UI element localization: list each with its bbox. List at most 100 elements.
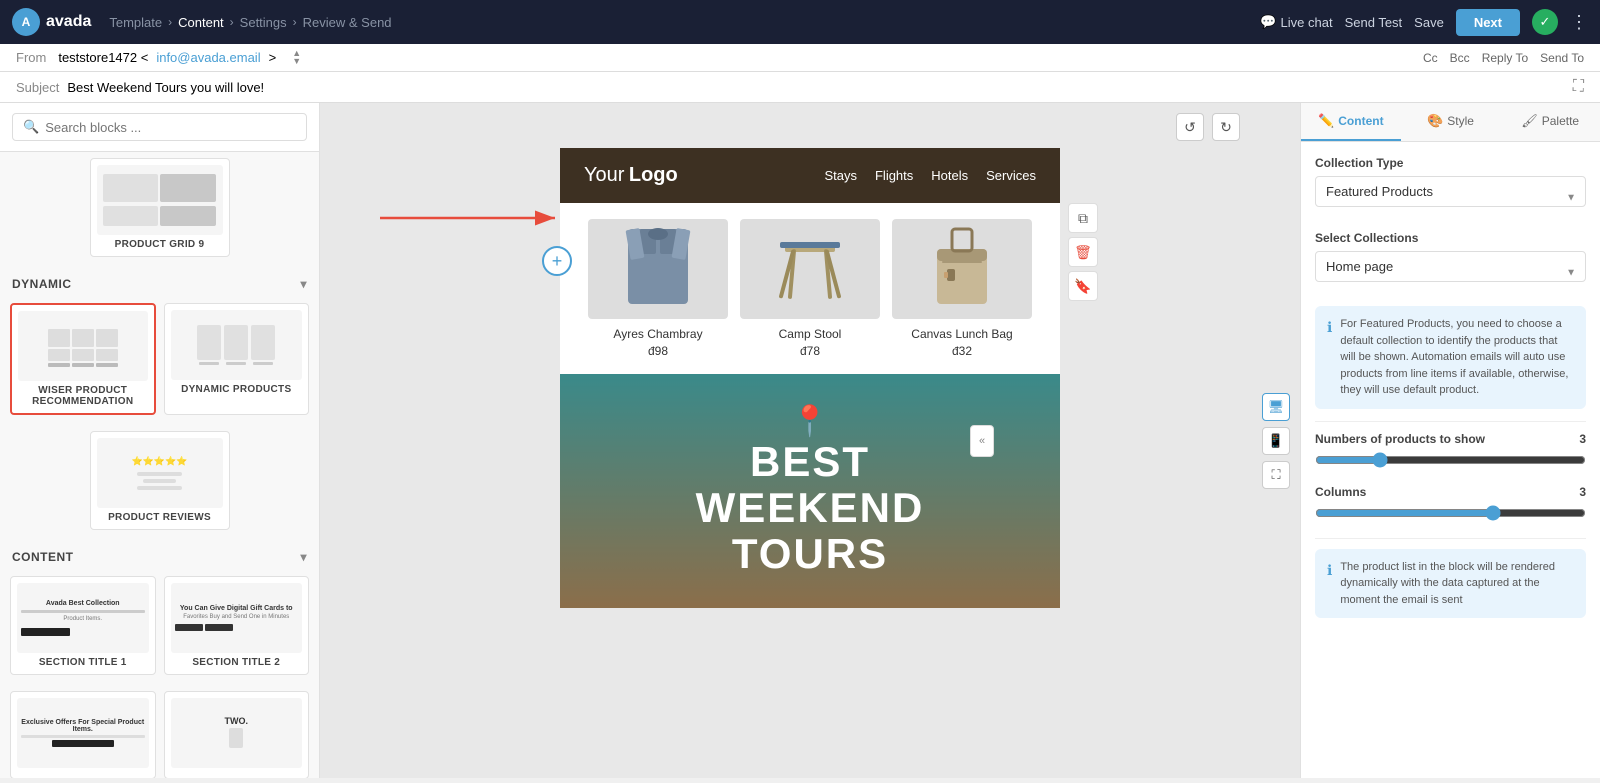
- panel-content: Collection Type Featured Products Select…: [1301, 142, 1600, 644]
- block-product-grid-9[interactable]: PRODUCT GRID 9: [90, 158, 230, 257]
- breadcrumb-content[interactable]: Content: [178, 15, 224, 30]
- shirt-image: [618, 224, 698, 314]
- desktop-view-button[interactable]: 🖥: [1262, 393, 1290, 421]
- divider-2: [1315, 538, 1586, 539]
- add-block-button[interactable]: +: [542, 246, 572, 276]
- delete-block-button[interactable]: 🗑: [1068, 237, 1098, 267]
- product-block-container: + Your Logo: [560, 148, 1060, 374]
- block-wiser-recommendation[interactable]: WISER PRODUCT RECOMMENDATION: [10, 303, 156, 415]
- bcc-button[interactable]: Bcc: [1450, 51, 1470, 65]
- breadcrumb-review[interactable]: Review & Send: [303, 15, 392, 30]
- columns-section: Columns 3: [1315, 485, 1586, 526]
- product-image-1: [588, 219, 728, 319]
- product-card-2: Camp Stool đ78: [740, 219, 880, 358]
- mobile-view-button[interactable]: 📱: [1262, 427, 1290, 455]
- tab-palette[interactable]: 🖌 Palette: [1500, 103, 1600, 141]
- redo-button[interactable]: ↻: [1212, 113, 1240, 141]
- send-test-button[interactable]: Send Test: [1345, 15, 1403, 30]
- dynamic-label: DYNAMIC: [12, 277, 72, 291]
- block-section-title-1[interactable]: Avada Best Collection Product Items. SEC…: [10, 576, 156, 675]
- more-options-icon[interactable]: ⋮: [1570, 12, 1588, 33]
- from-end: >: [269, 50, 277, 65]
- canvas-wrapper: + Your Logo: [560, 148, 1060, 608]
- logo-icon: A: [12, 8, 40, 36]
- bottom-2-preview: TWO.: [171, 698, 303, 768]
- dynamic-products-preview: [171, 310, 303, 380]
- reply-to-button[interactable]: Reply To: [1482, 51, 1528, 65]
- products-count-value: 3: [1579, 432, 1586, 446]
- product-name-1: Ayres Chambray: [588, 327, 728, 341]
- columns-slider[interactable]: [1315, 505, 1586, 521]
- products-count-slider[interactable]: [1315, 452, 1586, 468]
- send-to-button[interactable]: Send To: [1540, 51, 1584, 65]
- section-title-1-label: SECTION TITLE 1: [17, 657, 149, 668]
- products-count-label: Numbers of products to show: [1315, 432, 1485, 446]
- info-icon-1: ℹ: [1327, 317, 1332, 399]
- email-subject-header: Subject Best Weekend Tours you will love…: [0, 72, 1600, 103]
- from-label: From: [16, 50, 46, 65]
- subject-value: Best Weekend Tours you will love!: [67, 80, 264, 95]
- tab-style[interactable]: 🎨 Style: [1401, 103, 1501, 141]
- cc-button[interactable]: Cc: [1423, 51, 1438, 65]
- content-section-header: CONTENT ▾: [0, 540, 319, 570]
- email-logo: Your Logo: [584, 164, 678, 187]
- product-card-1: Ayres Chambray đ98: [588, 219, 728, 358]
- bottom-1-preview: Exclusive Offers For Special Product Ite…: [17, 698, 149, 768]
- breadcrumb-template[interactable]: Template: [109, 15, 162, 30]
- columns-value: 3: [1579, 485, 1586, 499]
- block-actions: ⧉ 🗑 🔖: [1068, 203, 1098, 301]
- bottom-blocks: Exclusive Offers For Special Product Ite…: [0, 685, 319, 778]
- email-from-header: From teststore1472 < info@avada.email > …: [0, 44, 1600, 72]
- subject-label: Subject: [16, 80, 59, 95]
- live-chat-button[interactable]: 💬 Live chat: [1260, 14, 1332, 30]
- collapse-sidebar-button[interactable]: «: [970, 425, 994, 457]
- save-button[interactable]: Save: [1414, 15, 1444, 30]
- style-tab-icon: 🎨: [1427, 113, 1443, 129]
- dynamic-blocks: WISER PRODUCT RECOMMENDATION: [0, 297, 319, 425]
- copy-block-button[interactable]: ⧉: [1068, 203, 1098, 233]
- dynamic-toggle[interactable]: ▾: [300, 277, 307, 291]
- panel-tabs: ✏️ Content 🎨 Style 🖌 Palette: [1301, 103, 1600, 142]
- search-input-wrap: 🔍: [12, 113, 307, 141]
- stool-image: [770, 224, 850, 314]
- content-toggle[interactable]: ▾: [300, 550, 307, 564]
- hero-block: 📍 BESTWEEKENDTOURS: [560, 374, 1060, 608]
- breadcrumb: Template › Content › Settings › Review &…: [109, 15, 391, 30]
- info-icon-2: ℹ: [1327, 560, 1332, 609]
- palette-tab-icon: 🖌: [1521, 113, 1538, 129]
- block-bottom-1[interactable]: Exclusive Offers For Special Product Ite…: [10, 691, 156, 778]
- search-input[interactable]: [45, 120, 296, 135]
- block-bottom-2[interactable]: TWO.: [164, 691, 310, 778]
- breadcrumb-settings[interactable]: Settings: [240, 15, 287, 30]
- expand-icon[interactable]: ⛶: [1573, 78, 1584, 96]
- product-price-1: đ98: [588, 344, 728, 358]
- from-arrow[interactable]: ▲ ▼: [292, 50, 301, 64]
- select-collections-wrap: Home page: [1315, 251, 1586, 294]
- wiser-preview: [18, 311, 148, 381]
- select-collections-label: Select Collections: [1315, 231, 1586, 245]
- block-product-reviews[interactable]: ⭐⭐⭐⭐⭐ PRODUCT REVIEWS: [90, 431, 230, 530]
- product-name-3: Canvas Lunch Bag: [892, 327, 1032, 341]
- canvas-toolbar: ↺ ↻: [1176, 113, 1240, 141]
- section-title-2-label: SECTION TITLE 2: [171, 657, 303, 668]
- search-bar: 🔍: [0, 103, 319, 152]
- search-icon: 🔍: [23, 119, 39, 135]
- tab-content[interactable]: ✏️ Content: [1301, 103, 1401, 141]
- products-count-section: Numbers of products to show 3: [1315, 432, 1586, 473]
- next-button[interactable]: Next: [1456, 9, 1520, 36]
- select-collections-select[interactable]: Home page: [1315, 251, 1586, 282]
- device-toolbar: 🖥 📱 ⛶: [1262, 393, 1290, 489]
- block-section-title-2[interactable]: You Can Give Digital Gift Cards to Favor…: [164, 576, 310, 675]
- bag-image: [922, 224, 1002, 314]
- check-icon: ✓: [1532, 9, 1558, 35]
- from-value: teststore1472 <: [58, 50, 148, 65]
- canvas-area: ↺ ↻ + Your: [320, 103, 1300, 778]
- undo-button[interactable]: ↺: [1176, 113, 1204, 141]
- main-layout: 🔍 PRODUCT GRID 9 DYNAMIC: [0, 103, 1600, 778]
- block-dynamic-products[interactable]: DYNAMIC PRODUCTS: [164, 303, 310, 415]
- bookmark-block-button[interactable]: 🔖: [1068, 271, 1098, 301]
- products-count-header: Numbers of products to show 3: [1315, 432, 1586, 446]
- fullscreen-button[interactable]: ⛶: [1262, 461, 1290, 489]
- wiser-label: WISER PRODUCT RECOMMENDATION: [18, 385, 148, 407]
- collection-type-select[interactable]: Featured Products: [1315, 176, 1586, 207]
